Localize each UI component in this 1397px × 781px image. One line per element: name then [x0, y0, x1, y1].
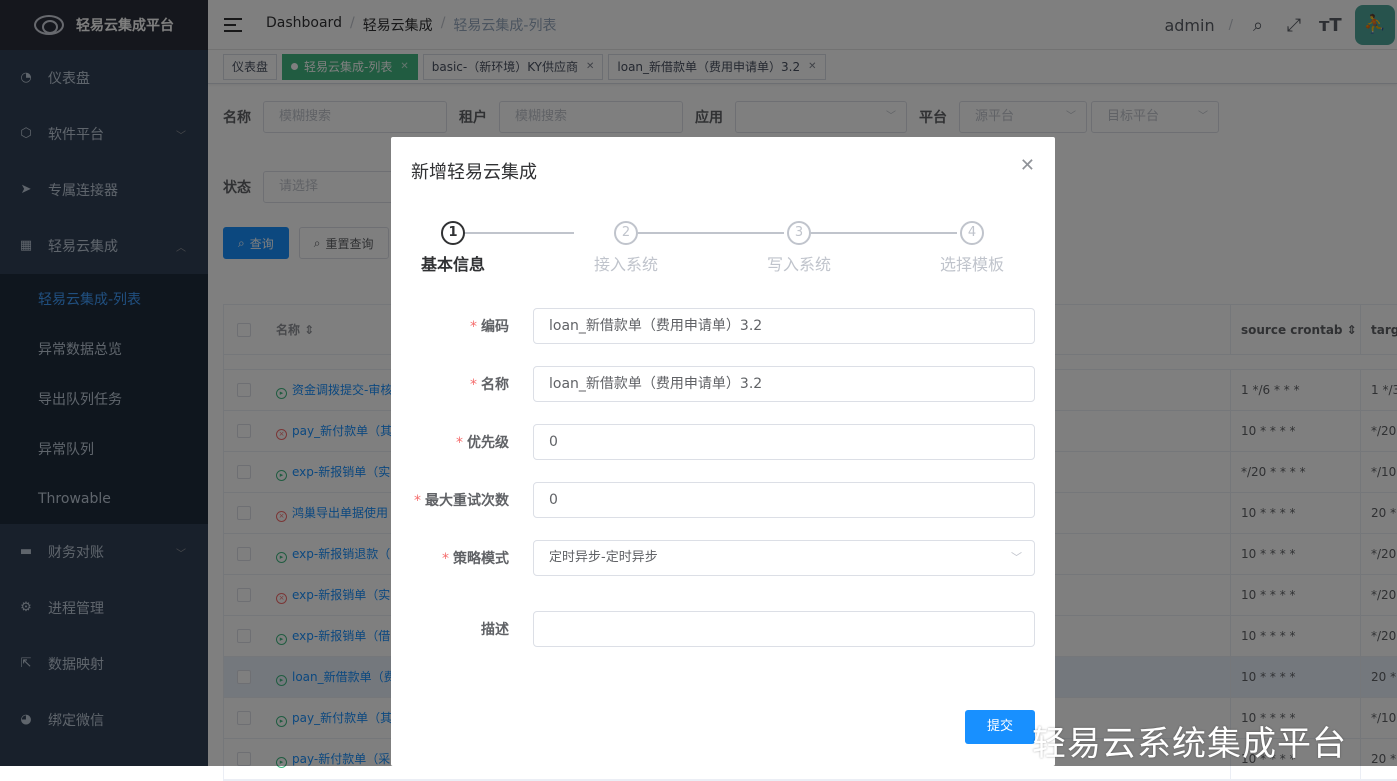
- desc-form-item: 描述: [391, 611, 1055, 647]
- strategy-select[interactable]: 定时异步-定时异步 ﹀: [533, 540, 1035, 576]
- submit-button[interactable]: 提交: [965, 710, 1035, 744]
- step-4: 4 选择模板: [922, 221, 1022, 275]
- strategy-form-item: * 策略模式 定时异步-定时异步 ﹀: [391, 540, 1055, 576]
- code-form-item: * 编码 loan_新借款单（费用申请单）3.2: [391, 308, 1055, 344]
- step-3: 3 写入系统: [749, 221, 849, 275]
- name-input[interactable]: loan_新借款单（费用申请单）3.2: [533, 366, 1035, 402]
- close-icon[interactable]: ✕: [1020, 155, 1035, 176]
- priority-input[interactable]: 0: [533, 424, 1035, 460]
- steps: 1 基本信息 2 接入系统 3 写入系统 4 选择模板: [411, 221, 1035, 281]
- code-input[interactable]: loan_新借款单（费用申请单）3.2: [533, 308, 1035, 344]
- max-retry-input[interactable]: 0: [533, 482, 1035, 518]
- name-form-item: * 名称 loan_新借款单（费用申请单）3.2: [391, 366, 1055, 402]
- chevron-down-icon: ﹀: [1011, 551, 1022, 564]
- add-integration-dialog: 新增轻易云集成 ✕ 1 基本信息 2 接入系统 3 写入系统 4 选择模板 * 编码 lo…: [391, 137, 1055, 766]
- dialog-title: 新增轻易云集成: [411, 162, 537, 183]
- priority-form-item: * 优先级 0: [391, 424, 1055, 460]
- watermark: 轻易云系统集成平台: [1032, 724, 1347, 764]
- description-input[interactable]: [533, 611, 1035, 647]
- step-1: 1 基本信息: [403, 221, 503, 275]
- retry-form-item: * 最大重试次数 0: [391, 482, 1055, 518]
- step-2: 2 接入系统: [576, 221, 676, 275]
